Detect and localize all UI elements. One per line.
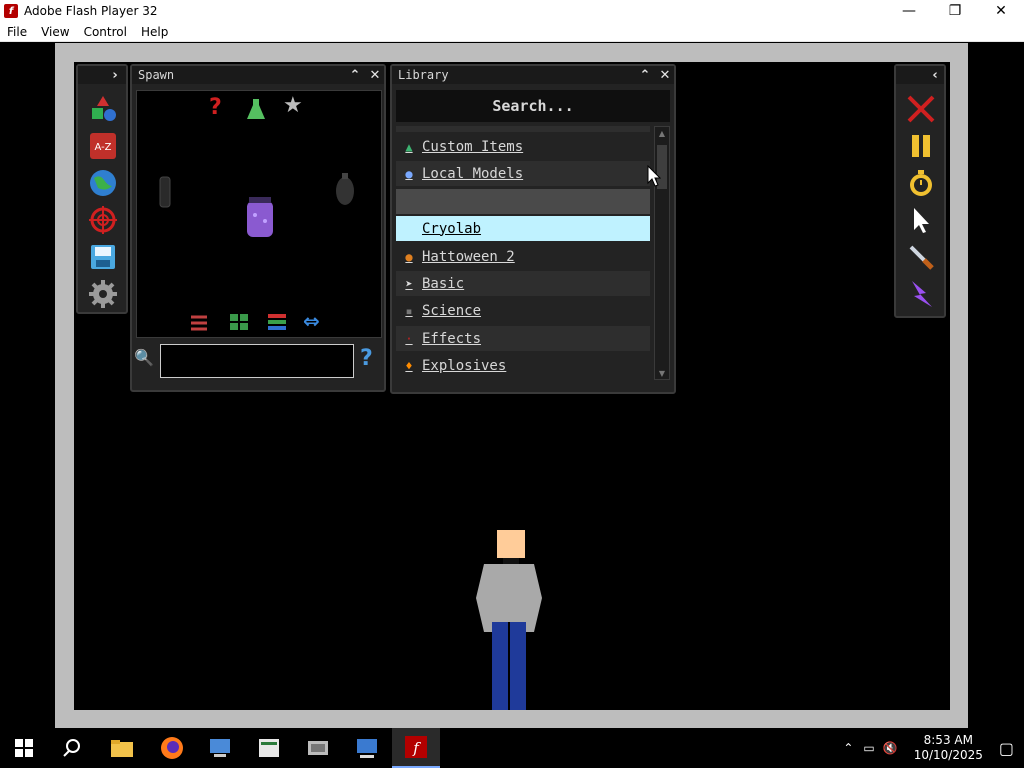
star-icon[interactable]: ★ bbox=[283, 93, 303, 118]
library-panel: Library ⌃ ✕ Search... ▲ Custom Items ● L… bbox=[390, 64, 676, 394]
clock-time: 8:53 AM bbox=[923, 733, 973, 747]
dark-bomb-item[interactable] bbox=[335, 173, 355, 207]
list-item-local-models[interactable]: ● Local Models bbox=[396, 161, 650, 186]
swap-arrows-icon[interactable]: ⇔ bbox=[303, 309, 320, 333]
menu-control[interactable]: Control bbox=[77, 25, 134, 39]
minimize-button[interactable]: — bbox=[886, 0, 932, 22]
chevron-right-icon[interactable]: › bbox=[106, 66, 124, 84]
taskbar: f ⌃ ▭ 🔇 8:53 AM 10/10/2025 ▢ bbox=[0, 728, 1024, 768]
close-icon[interactable]: ✕ bbox=[366, 66, 384, 84]
library-panel-title: Library bbox=[398, 68, 449, 82]
delete-x-icon[interactable] bbox=[906, 94, 936, 124]
help-icon[interactable]: ? bbox=[360, 346, 373, 371]
ragdoll-head[interactable] bbox=[497, 530, 525, 558]
list-item-hattoween-2[interactable]: ● Hattoween 2 bbox=[396, 244, 650, 269]
flask-icon[interactable] bbox=[247, 99, 265, 119]
spark-icon: · bbox=[405, 331, 413, 346]
list-item bbox=[396, 126, 650, 132]
magnifier-icon: 🔍 bbox=[134, 348, 154, 367]
svg-text:A-Z: A-Z bbox=[94, 142, 111, 153]
clock-date: 10/10/2025 bbox=[913, 748, 983, 762]
tree-icon: ▲ bbox=[405, 139, 413, 154]
scroll-up-icon[interactable]: ▲ bbox=[657, 129, 667, 138]
dot-icon: ● bbox=[405, 166, 413, 181]
network-icon[interactable]: ▭ bbox=[863, 741, 874, 755]
spawn-panel-title: Spawn bbox=[138, 68, 175, 82]
list-item-hover[interactable] bbox=[396, 189, 650, 214]
library-list: ▲ Custom Items ● Local Models Cryolab ● … bbox=[396, 126, 652, 384]
shapes-icon[interactable] bbox=[88, 94, 118, 124]
pumpkin-icon: ● bbox=[405, 249, 413, 264]
ragdoll-neck bbox=[503, 558, 519, 564]
windows-start-icon[interactable] bbox=[0, 728, 48, 768]
grid-view-icon[interactable] bbox=[229, 313, 249, 331]
cursor-icon: ➤ bbox=[405, 276, 413, 291]
document-app-icon[interactable] bbox=[245, 728, 293, 768]
ragdoll-torso[interactable] bbox=[476, 564, 542, 632]
ragdoll-right-leg[interactable] bbox=[510, 622, 526, 710]
chevron-left-icon[interactable]: ‹ bbox=[926, 66, 944, 84]
alphabetical-sort-icon[interactable]: A-Z bbox=[88, 131, 118, 161]
spawn-preview-area[interactable]: ? ★ ⇔ bbox=[136, 90, 382, 338]
library-search-button[interactable]: Search... bbox=[396, 90, 670, 122]
gear-icon[interactable] bbox=[88, 279, 118, 309]
close-icon[interactable]: ✕ bbox=[656, 66, 674, 84]
firefox-icon[interactable] bbox=[148, 728, 196, 768]
scroll-down-icon[interactable]: ▼ bbox=[657, 369, 667, 378]
list-item-basic[interactable]: ➤ Basic bbox=[396, 271, 650, 296]
window-title: Adobe Flash Player 32 bbox=[24, 4, 158, 18]
purple-jar-item[interactable] bbox=[245, 197, 275, 239]
volume-muted-icon[interactable]: 🔇 bbox=[883, 741, 898, 755]
menubar: File View Control Help bbox=[0, 22, 1024, 42]
list-item-cryolab[interactable]: Cryolab bbox=[396, 216, 650, 241]
menu-help[interactable]: Help bbox=[134, 25, 175, 39]
list-item-custom-items[interactable]: ▲ Custom Items bbox=[396, 134, 650, 159]
file-explorer-icon[interactable] bbox=[98, 728, 146, 768]
network-app-icon[interactable] bbox=[294, 728, 342, 768]
list-view-icon[interactable] bbox=[267, 313, 287, 331]
library-panel-header: Library bbox=[392, 66, 674, 84]
spawn-panel: Spawn ⌃ ✕ ? ★ ⇔ 🔍 ? bbox=[130, 64, 386, 392]
flash-player-icon: f bbox=[4, 4, 18, 18]
flash-player-taskbar-icon[interactable]: f bbox=[392, 728, 440, 768]
sliders-icon[interactable] bbox=[189, 313, 209, 331]
mouse-cursor-icon bbox=[647, 165, 661, 187]
fire-icon: ♦ bbox=[405, 358, 413, 373]
clock[interactable]: 8:53 AM 10/10/2025 bbox=[914, 733, 983, 763]
menu-view[interactable]: View bbox=[34, 25, 76, 39]
chevron-up-icon[interactable]: ⌃ bbox=[346, 66, 364, 84]
right-toolbar: ‹ bbox=[894, 64, 946, 318]
knife-icon[interactable] bbox=[906, 242, 936, 272]
pause-icon[interactable] bbox=[906, 131, 936, 161]
list-item-science[interactable]: ▪ Science bbox=[396, 298, 650, 323]
system-tray: ⌃ ▭ 🔇 8:53 AM 10/10/2025 ▢ bbox=[843, 728, 1024, 768]
close-window-button[interactable]: ✕ bbox=[978, 0, 1024, 22]
lightning-icon[interactable] bbox=[906, 279, 936, 309]
pointer-icon[interactable] bbox=[906, 205, 936, 235]
stopwatch-icon[interactable] bbox=[906, 168, 936, 198]
menu-file[interactable]: File bbox=[0, 25, 34, 39]
window-titlebar[interactable]: f Adobe Flash Player 32 — ❐ ✕ bbox=[0, 0, 1024, 22]
desktop: f Adobe Flash Player 32 — ❐ ✕ File View … bbox=[0, 0, 1024, 768]
remote-desktop-icon[interactable] bbox=[343, 728, 391, 768]
chevron-up-tray-icon[interactable]: ⌃ bbox=[843, 741, 853, 755]
computer-icon[interactable] bbox=[196, 728, 244, 768]
left-toolbar: › A-Z bbox=[76, 64, 128, 314]
globe-icon[interactable] bbox=[88, 168, 118, 198]
save-icon[interactable] bbox=[88, 242, 118, 272]
chip-icon: ▪ bbox=[405, 303, 413, 318]
grenade-item[interactable] bbox=[157, 175, 173, 209]
spawn-search-input[interactable] bbox=[160, 344, 354, 378]
list-item-effects[interactable]: · Effects bbox=[396, 326, 650, 351]
chevron-up-icon[interactable]: ⌃ bbox=[636, 66, 654, 84]
restore-button[interactable]: ❐ bbox=[932, 0, 978, 22]
crosshair-icon[interactable] bbox=[88, 205, 118, 235]
notifications-icon[interactable]: ▢ bbox=[999, 739, 1014, 758]
search-icon[interactable] bbox=[48, 728, 96, 768]
ragdoll-left-leg[interactable] bbox=[492, 622, 508, 710]
random-question-icon[interactable]: ? bbox=[209, 95, 222, 120]
list-item-explosives[interactable]: ♦ Explosives bbox=[396, 353, 650, 378]
ragdoll-character[interactable] bbox=[464, 528, 554, 710]
